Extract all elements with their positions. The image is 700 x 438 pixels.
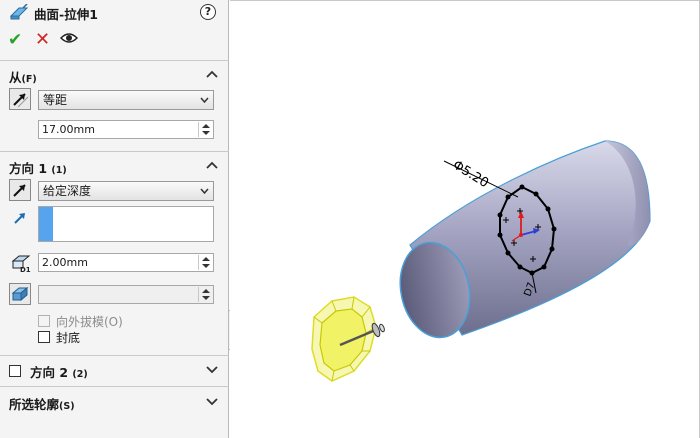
chevron-down-icon[interactable] bbox=[206, 364, 218, 374]
direction1-section-label: 方向 1 bbox=[9, 161, 48, 176]
from-section-key: (F) bbox=[21, 74, 37, 85]
divider bbox=[0, 355, 229, 356]
depth-d1-icon: D1 bbox=[11, 255, 31, 273]
end-condition-value: 给定深度 bbox=[43, 184, 92, 198]
depth-value: 2.00mm bbox=[42, 256, 88, 269]
property-manager-panel: 曲面-拉伸1 ? ✔ ✕ 从(F) 等距 17.00mm 方向 1 (1) 给定… bbox=[0, 0, 229, 438]
direction2-section-key: (2) bbox=[72, 369, 88, 380]
depth-input[interactable]: 2.00mm bbox=[38, 253, 214, 272]
extrude-preview-ring[interactable] bbox=[311, 296, 385, 382]
spin-up-icon[interactable] bbox=[202, 289, 210, 293]
draft-toggle-button[interactable] bbox=[9, 283, 31, 305]
reverse-from-direction-button[interactable] bbox=[9, 88, 31, 110]
direction-selection-box[interactable] bbox=[38, 206, 214, 242]
spin-down-icon[interactable] bbox=[202, 264, 210, 268]
checkbox-box[interactable] bbox=[38, 331, 50, 343]
direction2-section-label: 方向 2 bbox=[30, 365, 69, 380]
chevron-up-icon[interactable] bbox=[206, 160, 218, 170]
from-section-header[interactable]: 从(F) bbox=[0, 64, 229, 86]
spin-buttons[interactable] bbox=[198, 287, 212, 302]
from-section-label: 从 bbox=[9, 70, 22, 85]
selection-focus-indicator bbox=[39, 207, 53, 241]
checkbox-box[interactable] bbox=[38, 315, 50, 327]
chevron-down-icon bbox=[200, 188, 209, 195]
draft-outward-label: 向外拔模(O) bbox=[56, 315, 123, 329]
divider bbox=[0, 60, 229, 61]
action-row: ✔ ✕ bbox=[0, 28, 229, 50]
direction2-section-header[interactable]: 方向 2 (2) bbox=[0, 359, 229, 381]
spin-up-icon[interactable] bbox=[202, 124, 210, 128]
draft-angle-input[interactable] bbox=[38, 285, 214, 304]
surface-extrude-icon bbox=[9, 4, 29, 20]
draft-icon bbox=[11, 286, 29, 302]
divider bbox=[0, 151, 229, 152]
from-offset-distance-value: 17.00mm bbox=[42, 123, 95, 136]
selected-contours-section-header[interactable]: 所选轮廓(S) bbox=[0, 391, 229, 413]
spin-up-icon[interactable] bbox=[202, 257, 210, 261]
chevron-up-icon[interactable] bbox=[206, 69, 218, 79]
from-condition-dropdown[interactable]: 等距 bbox=[38, 90, 214, 110]
cancel-x-icon[interactable]: ✕ bbox=[35, 29, 50, 50]
spin-down-icon[interactable] bbox=[202, 131, 210, 135]
end-condition-dropdown[interactable]: 给定深度 bbox=[38, 181, 214, 201]
model-view[interactable]: Φ5.20 D7 bbox=[230, 1, 700, 438]
ok-checkmark-icon[interactable]: ✔ bbox=[8, 30, 22, 50]
direction2-checkbox[interactable] bbox=[9, 365, 21, 377]
chevron-down-icon[interactable] bbox=[206, 396, 218, 406]
direction1-section-header[interactable]: 方向 1 (1) bbox=[0, 155, 229, 177]
arrow-diagonal-icon bbox=[13, 93, 29, 108]
cap-end-label: 封底 bbox=[56, 331, 81, 345]
depth-label: D1 bbox=[20, 266, 31, 273]
spin-buttons[interactable] bbox=[198, 255, 212, 270]
graphics-viewport[interactable]: Φ5.20 D7 bbox=[230, 0, 700, 438]
direction1-section-key: (1) bbox=[51, 165, 67, 176]
from-condition-value: 等距 bbox=[43, 93, 68, 107]
selected-contours-key: (S) bbox=[59, 401, 75, 412]
divider bbox=[0, 386, 229, 387]
reverse-direction-button[interactable] bbox=[9, 179, 31, 201]
diameter-dimension[interactable]: Φ5.20 bbox=[450, 158, 491, 191]
preview-eye-icon[interactable] bbox=[60, 32, 78, 44]
from-offset-distance-input[interactable]: 17.00mm bbox=[38, 120, 214, 139]
selected-contours-label: 所选轮廓 bbox=[9, 397, 60, 412]
feature-title-row: 曲面-拉伸1 ? bbox=[0, 0, 229, 24]
help-icon[interactable]: ? bbox=[200, 4, 216, 20]
feature-title: 曲面-拉伸1 bbox=[34, 7, 98, 22]
arrow-diagonal-icon bbox=[13, 184, 26, 197]
extruded-barrel-surface[interactable] bbox=[392, 140, 651, 344]
extrude-direction-arrow-icon bbox=[14, 213, 25, 224]
spin-down-icon[interactable] bbox=[202, 296, 210, 300]
chevron-down-icon bbox=[200, 97, 209, 104]
spin-buttons[interactable] bbox=[198, 122, 212, 137]
